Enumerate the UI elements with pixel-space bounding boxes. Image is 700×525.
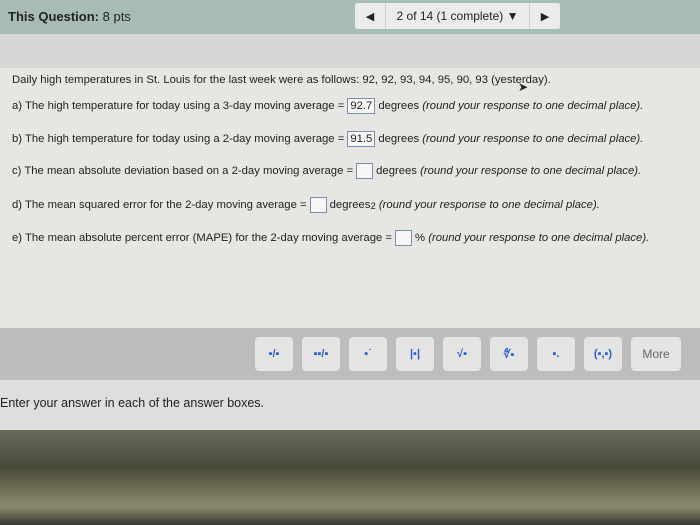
nth-root-button[interactable]: ∜▪ <box>490 337 528 371</box>
absolute-value-button[interactable]: |▪| <box>396 337 434 371</box>
mixed-number-button[interactable]: ▪▪/▪ <box>302 337 340 371</box>
triangle-left-icon[interactable]: ◀ <box>355 10 385 23</box>
mixed-number-icon: ▪▪/▪ <box>313 348 329 360</box>
more-button[interactable]: More <box>631 337 681 371</box>
exponent-button[interactable]: ▪˙ <box>349 337 387 371</box>
part-prompt: e) The mean absolute percent error (MAPE… <box>12 232 392 244</box>
fraction-icon: ▪/▪ <box>268 348 280 360</box>
subscript-button[interactable]: ▪. <box>537 337 575 371</box>
absolute-value-icon: |▪| <box>409 348 421 360</box>
instruction-text: Enter your answer in each of the answer … <box>0 396 265 410</box>
header-spacer <box>0 34 700 68</box>
answer-input[interactable] <box>356 163 374 179</box>
unit-exponent: 2 <box>370 199 376 211</box>
triangle-right-icon[interactable]: ▶ <box>530 10 560 23</box>
part-prompt: b) The high temperature for today using … <box>12 133 345 145</box>
answer-input[interactable] <box>309 197 327 213</box>
ordered-pair-button[interactable]: (▪,▪) <box>584 337 622 371</box>
part-unit: % <box>415 232 426 244</box>
part-unit: degrees <box>378 133 420 145</box>
answer-input[interactable]: 92.7 <box>347 98 376 114</box>
question-selector-dropdown[interactable]: 2 of 14 (1 complete) ▼ <box>385 3 530 29</box>
question-part: e) The mean absolute percent error (MAPE… <box>12 230 649 246</box>
answer-input[interactable]: 91.5 <box>347 131 376 147</box>
part-prompt: c) The mean absolute deviation based on … <box>12 165 354 177</box>
math-toolbar: ▪/▪ ▪▪/▪ ▪˙ |▪| √▪ ∜▪ ▪. (▪,▪) More <box>0 328 700 380</box>
question-part: b) The high temperature for today using … <box>12 131 643 147</box>
question-intro: Daily high temperatures in St. Louis for… <box>12 74 551 86</box>
square-root-button[interactable]: √▪ <box>443 337 481 371</box>
rounding-note: (round your response to one decimal plac… <box>378 199 600 211</box>
rounding-note: (round your response to one decimal plac… <box>428 232 650 244</box>
part-prompt: d) The mean squared error for the 2-day … <box>12 199 307 211</box>
question-header: This Question: 8 pts ◀ 2 of 14 (1 comple… <box>0 0 700 34</box>
question-part: c) The mean absolute deviation based on … <box>12 163 641 179</box>
part-unit: degrees <box>376 165 417 177</box>
rounding-note: (round your response to one decimal plac… <box>422 100 644 112</box>
exponent-icon: ▪˙ <box>364 348 372 360</box>
rounding-note: (round your response to one decimal plac… <box>420 165 642 177</box>
question-navigator: ◀ 2 of 14 (1 complete) ▼ ▶ <box>355 3 560 29</box>
question-part: a) The high temperature for today using … <box>12 98 643 114</box>
question-points: This Question: 8 pts <box>8 9 131 24</box>
part-prompt: a) The high temperature for today using … <box>12 100 345 112</box>
part-unit: degrees <box>329 199 371 211</box>
question-part: d) The mean squared error for the 2-day … <box>12 197 600 213</box>
part-unit: degrees <box>378 100 420 112</box>
background-photo <box>0 430 700 525</box>
fraction-button[interactable]: ▪/▪ <box>255 337 293 371</box>
nth-root-icon: ∜▪ <box>503 348 515 361</box>
triangle-down-icon: ▼ <box>506 9 519 23</box>
subscript-icon: ▪. <box>552 348 560 360</box>
square-root-icon: √▪ <box>457 348 467 360</box>
rounding-note: (round your response to one decimal plac… <box>422 133 644 145</box>
answer-input[interactable] <box>395 230 412 246</box>
ordered-pair-icon: (▪,▪) <box>593 348 613 360</box>
